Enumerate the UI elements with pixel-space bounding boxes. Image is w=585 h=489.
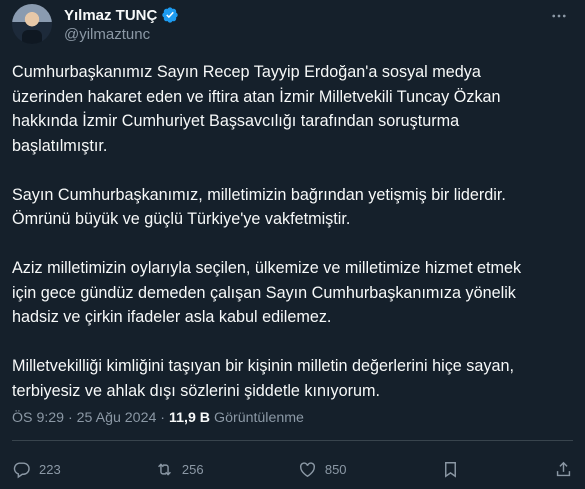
reply-count: 223 bbox=[39, 461, 61, 477]
author-handle[interactable]: @yilmaztunc bbox=[64, 26, 150, 43]
views-count: 11,9 B bbox=[169, 410, 211, 426]
like-icon bbox=[299, 461, 315, 477]
reply-button[interactable]: 223 bbox=[12, 460, 61, 479]
tweet-paragraph: Milletvekilliği kimliğini taşıyan bir ki… bbox=[12, 357, 515, 400]
like-button[interactable]: 850 bbox=[298, 460, 347, 479]
divider bbox=[12, 440, 573, 441]
share-icon bbox=[556, 461, 571, 476]
bookmark-button[interactable] bbox=[441, 460, 460, 479]
more-icon[interactable] bbox=[545, 4, 573, 28]
bookmark-icon bbox=[444, 461, 456, 478]
action-bar: 223 256 850 bbox=[12, 455, 573, 483]
avatar[interactable] bbox=[12, 4, 52, 44]
repost-icon bbox=[157, 462, 171, 476]
tweet-paragraph: Aziz milletimizin oylarıyla seçilen, ülk… bbox=[12, 259, 522, 326]
tweet-paragraph: Sayın Cumhurbaşkanımız, milletimizin bağ… bbox=[12, 185, 506, 229]
repost-button[interactable]: 256 bbox=[155, 460, 204, 479]
views-label: Görüntülenme bbox=[214, 410, 304, 426]
share-button[interactable] bbox=[554, 460, 573, 479]
tweet-paragraph: Cumhurbaşkanımız Sayın Recep Tayyip Erdo… bbox=[12, 63, 501, 155]
author-display-name[interactable]: Yılmaz TUNÇ bbox=[64, 7, 157, 24]
tweet-text: Cumhurbaşkanımız Sayın Recep Tayyip Erdo… bbox=[12, 60, 572, 428]
tweet-meta: ÖS 9:29 · 25 Ağu 2024 · 11,9 B Görüntüle… bbox=[12, 410, 304, 426]
author-name-row: Yılmaz TUNÇ bbox=[64, 6, 179, 24]
tweet-timestamp[interactable]: ÖS 9:29 · 25 Ağu 2024 · bbox=[12, 410, 165, 426]
verified-icon bbox=[162, 7, 179, 23]
like-count: 850 bbox=[324, 461, 347, 477]
reply-icon bbox=[13, 461, 30, 478]
repost-count: 256 bbox=[181, 461, 204, 477]
tweet-header: Yılmaz TUNÇ @yilmaztunc bbox=[12, 4, 573, 48]
